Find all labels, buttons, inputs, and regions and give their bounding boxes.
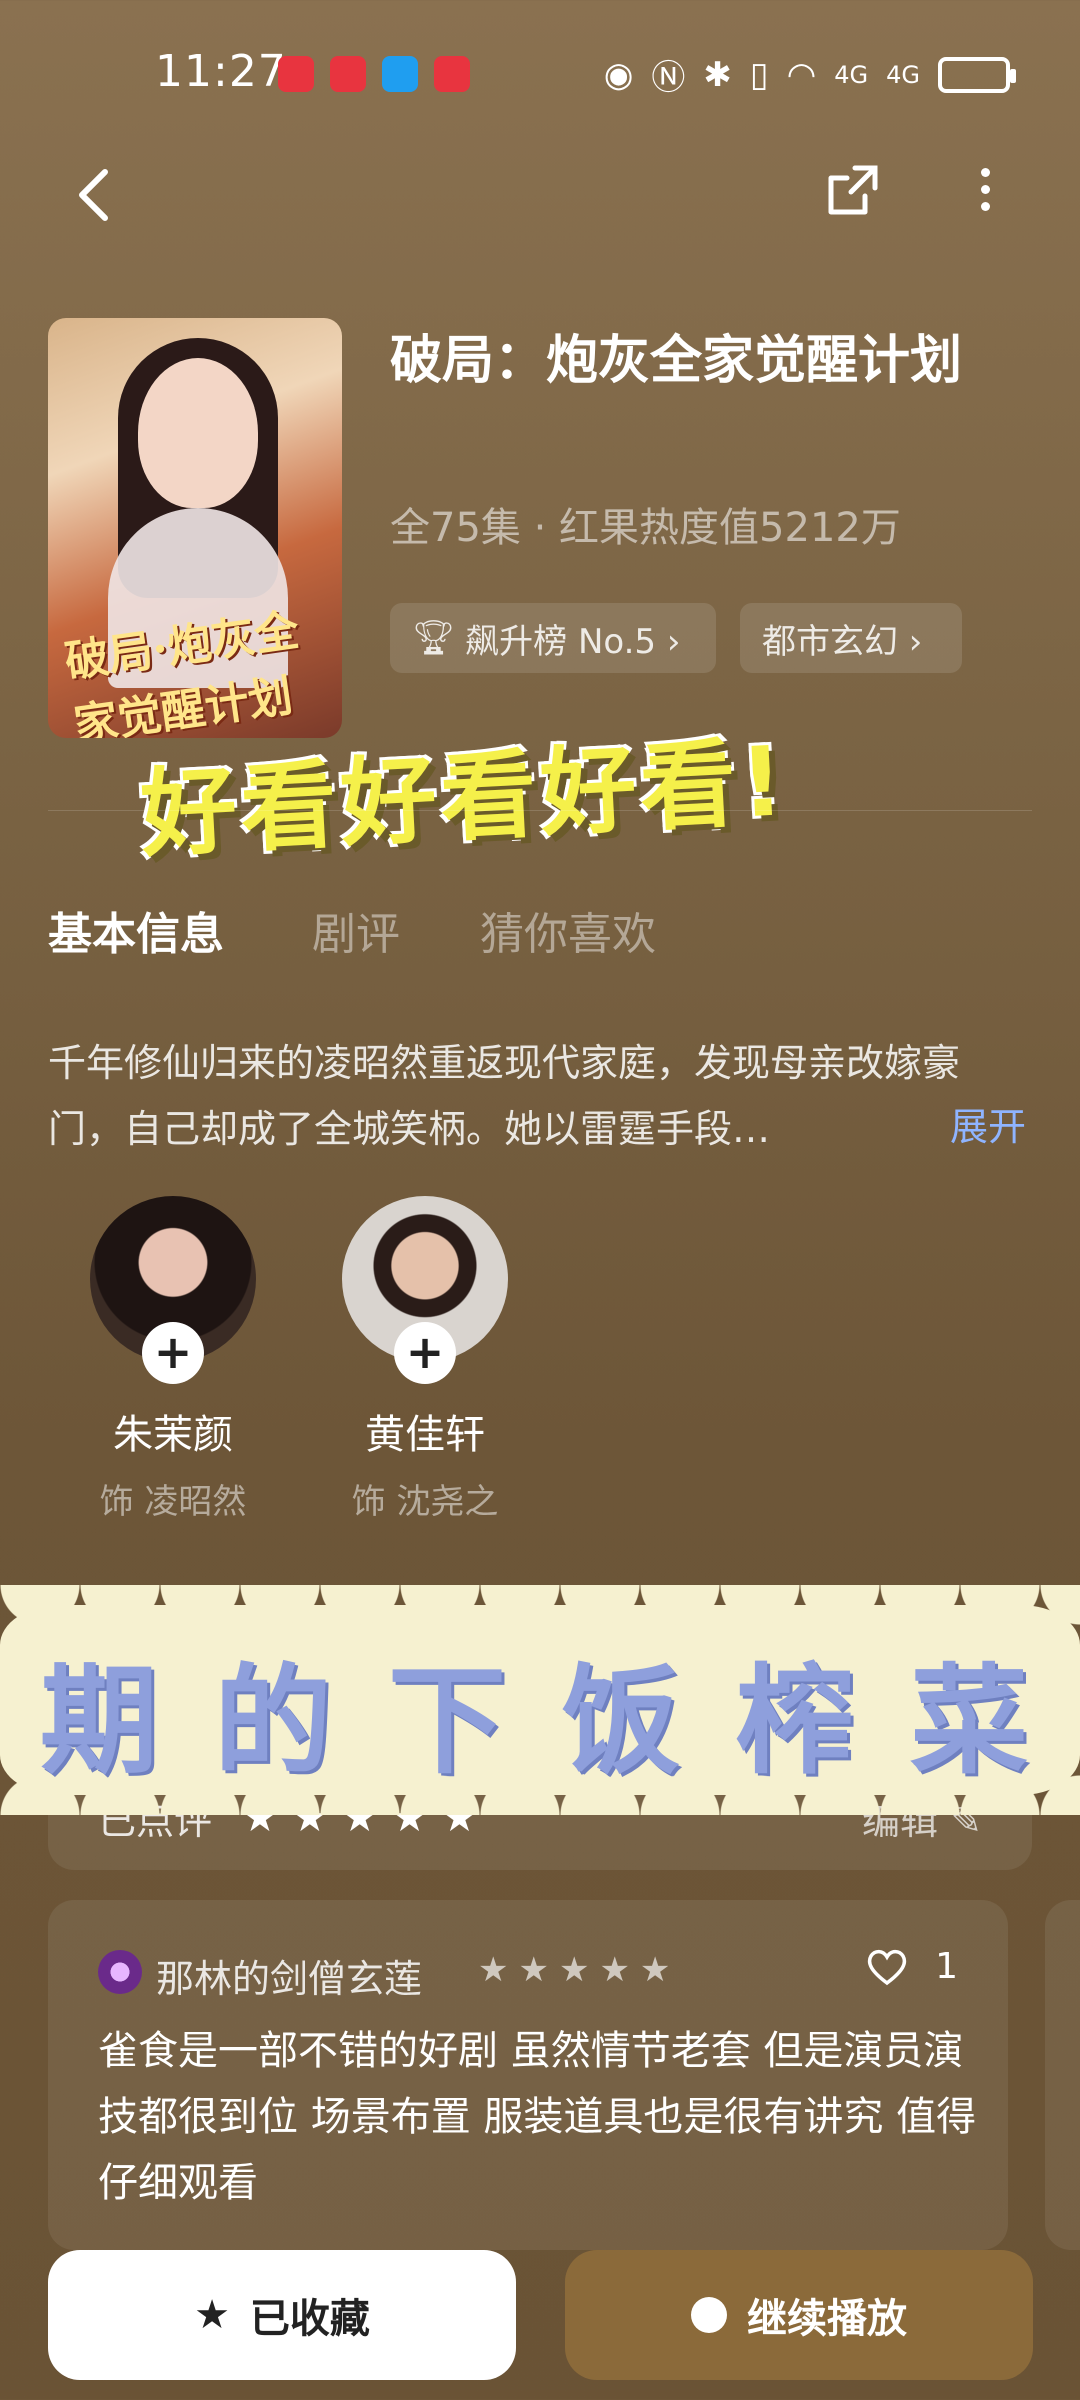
favorite-label: 已收藏: [249, 2296, 370, 2342]
vibrate-icon: ▯: [749, 54, 769, 95]
cast-member[interactable]: + 朱茉颜 饰 凌昭然: [88, 1196, 258, 1523]
battery-icon: [938, 56, 1016, 93]
eye-icon: ◉: [603, 54, 634, 95]
show-title: 破局：炮灰全家觉醒计划: [390, 331, 963, 391]
show-poster[interactable]: 破局·炮灰全家觉醒计划: [48, 318, 342, 738]
avatar[interactable]: [98, 1950, 142, 1994]
tab-basic-info[interactable]: 基本信息: [48, 898, 224, 962]
cast-name: 朱茉颜: [113, 1412, 233, 1458]
banner-text: 期的下饭榨菜: [40, 1652, 1080, 1790]
ranking-tag-label: 飙升榜 No.5 ›: [465, 621, 681, 662]
status-icons: ◉ Ⓝ ✱ ▯ ◠ 4G 4G: [603, 50, 1016, 99]
favorite-button[interactable]: ★ 已收藏: [48, 2250, 516, 2380]
ranking-tag[interactable]: 🏆︎ 飙升榜 No.5 ›: [390, 603, 716, 673]
huawei-app-icon: [330, 56, 366, 92]
avatar[interactable]: +: [342, 1196, 508, 1384]
review-card[interactable]: 那林的剑僧玄莲 ★★★★★ 1 雀食是一部不错的好剧 虽然情节老套 但是演员演技…: [48, 1900, 1008, 2250]
play-icon: [691, 2297, 727, 2333]
trophy-icon: 🏆︎: [412, 618, 456, 658]
cast-role: 饰 沈尧之: [351, 1482, 499, 1522]
review-username[interactable]: 那林的剑僧玄莲: [156, 1948, 422, 2003]
expand-button[interactable]: 展开: [950, 1096, 1026, 1151]
status-time: 11:27: [155, 46, 287, 97]
wifi-icon: ◠: [786, 54, 817, 95]
tab-reviews[interactable]: 剧评: [312, 898, 400, 962]
genre-tag-label: 都市玄幻 ›: [762, 621, 923, 662]
avatar[interactable]: +: [90, 1196, 256, 1384]
message-app-icon: [382, 56, 418, 92]
review-stars: ★★★★★: [478, 1950, 681, 1990]
cast-member[interactable]: + 黄佳轩 饰 沈尧之: [340, 1196, 510, 1523]
review-card-next[interactable]: [1045, 1900, 1080, 2250]
continue-play-button[interactable]: 继续播放: [565, 2250, 1033, 2380]
review-text: 雀食是一部不错的好剧 虽然情节老套 但是演员演技都很到位 场景布置 服装道具也是…: [98, 2028, 977, 2206]
status-bar: 11:27 ◉ Ⓝ ✱ ▯ ◠ 4G 4G: [0, 40, 1080, 110]
sticker-banner: 期的下饭榨菜: [0, 1585, 1080, 1795]
follow-plus-icon[interactable]: +: [142, 1322, 204, 1384]
star-icon: ★: [194, 2292, 230, 2338]
back-icon[interactable]: [70, 160, 120, 230]
share-icon[interactable]: [825, 162, 881, 218]
tab-recommendations[interactable]: 猜你喜欢: [480, 898, 656, 962]
huawei-app-icon: [434, 56, 470, 92]
signal-2-icon: 4G: [886, 60, 920, 89]
nfc-icon: Ⓝ: [651, 58, 686, 98]
heart-icon: [867, 1949, 907, 1985]
like-count: 1: [935, 1946, 958, 1987]
signal-1-icon: 4G: [834, 60, 869, 89]
poster-title: 破局·炮灰全家觉醒计划: [61, 604, 303, 738]
play-label: 继续播放: [747, 2296, 907, 2342]
cast-role: 饰 凌昭然: [99, 1482, 247, 1522]
cast-name: 黄佳轩: [365, 1412, 485, 1458]
bluetooth-icon: ✱: [703, 54, 732, 95]
more-options-icon[interactable]: [970, 160, 1000, 230]
huawei-app-icon: [278, 56, 314, 92]
show-meta: 全75集 · 红果热度值5212万: [390, 505, 901, 551]
synopsis-text: 千年修仙归来的凌昭然重返现代家庭，发现母亲改嫁豪门，自己却成了全城笑柄。她以雷霆…: [48, 1041, 961, 1151]
divider: [48, 810, 1032, 811]
like-button[interactable]: 1: [865, 1946, 958, 1987]
follow-plus-icon[interactable]: +: [394, 1322, 456, 1384]
genre-tag[interactable]: 都市玄幻 ›: [740, 603, 962, 673]
